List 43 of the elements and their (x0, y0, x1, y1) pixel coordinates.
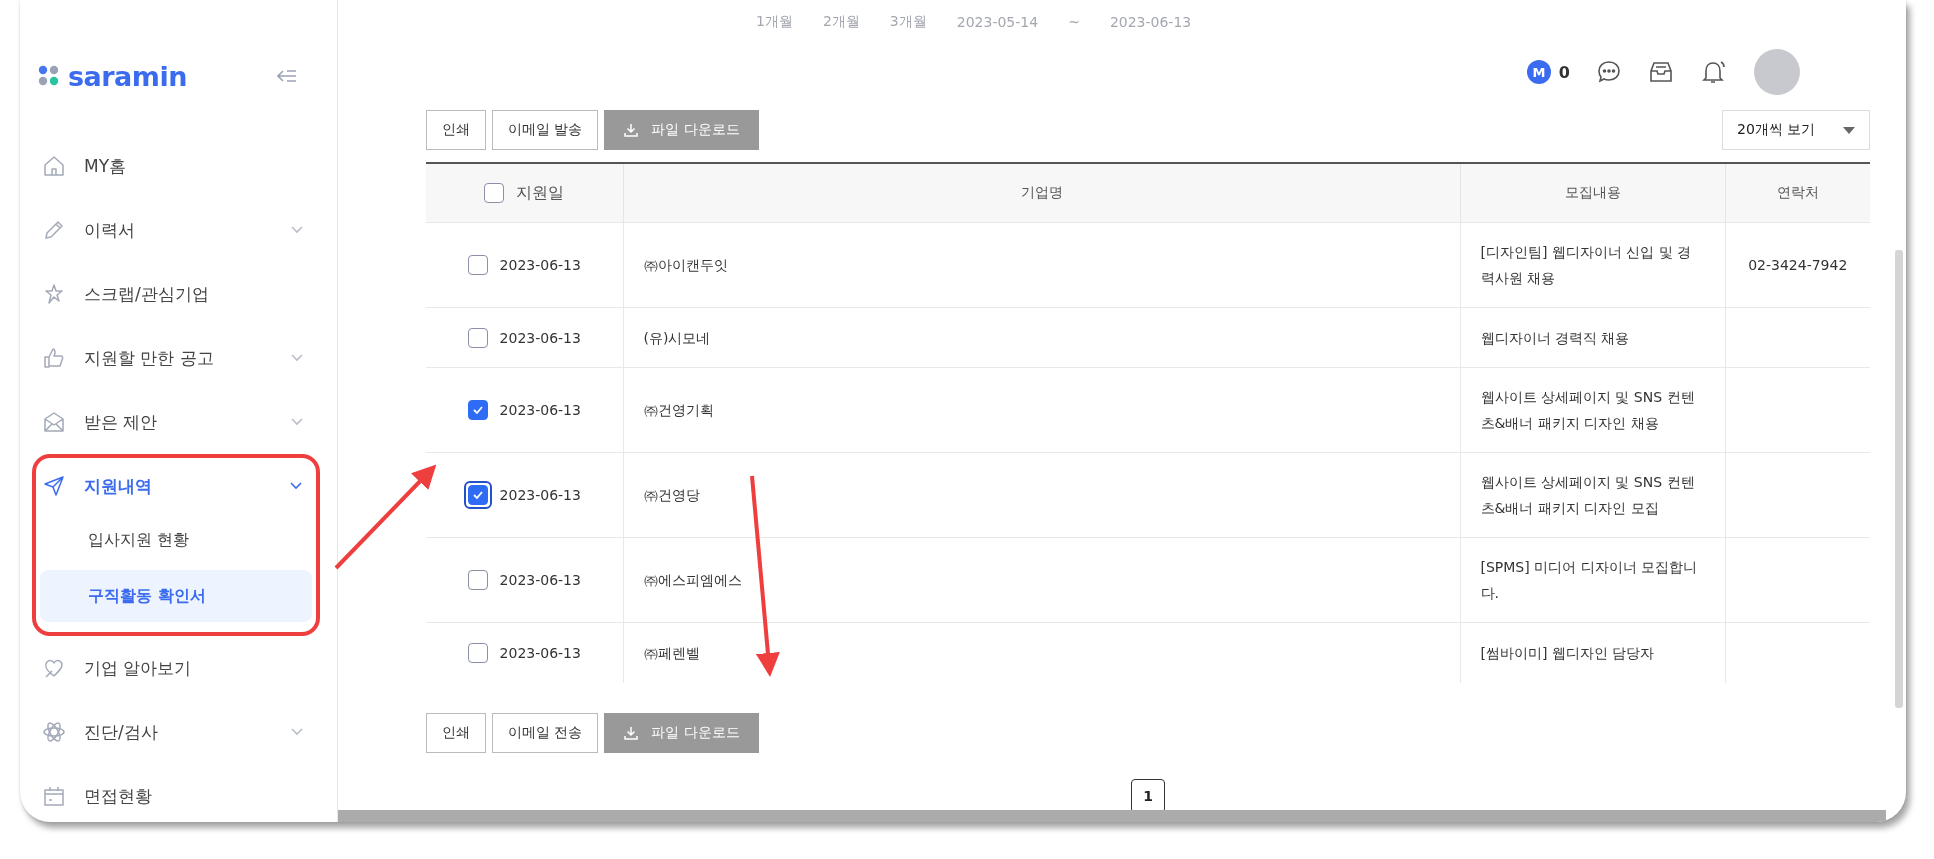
toolbar-button[interactable]: 인쇄 (426, 110, 486, 150)
application-date: 2023-06-13 (499, 643, 581, 663)
menu-item[interactable]: 지원내역 (36, 458, 316, 514)
points-badge: M (1526, 60, 1551, 84)
submenu-item[interactable]: 구직활동 확인서 (40, 570, 312, 622)
recruitment-cell: [디자인팀] 웹디자이너 신입 및 경력사원 채용 (1460, 222, 1725, 308)
toolbar-button[interactable]: 이메일 전송 (492, 712, 599, 753)
application-date: 2023-06-13 (499, 328, 581, 348)
menu-item[interactable]: 스크랩/관심기업 (26, 262, 331, 326)
application-date: 2023-06-13 (499, 571, 581, 590)
column-header: 연락처 (1725, 163, 1870, 223)
company-cell: (유)시모네 (623, 307, 1460, 368)
column-header: 모집내용 (1460, 163, 1725, 223)
application-date: 2023-06-13 (499, 256, 581, 275)
menu-item[interactable]: 받은 제안 (26, 390, 331, 454)
menu-item[interactable]: 면접현황 (26, 764, 331, 822)
logo-text[interactable]: saramin (68, 60, 187, 92)
recruitment-cell: [SPMS] 미디어 디자이너 모집합니다. (1460, 537, 1725, 623)
company-cell: ㈜아이캔두잇 (623, 222, 1460, 308)
menu-item[interactable]: 진단/검사 (26, 700, 331, 764)
submenu-item[interactable]: 입사지원 현황 (40, 514, 312, 566)
menu-item[interactable]: 지원할 만한 공고 (26, 326, 331, 390)
toolbar-button[interactable]: 인쇄 (426, 712, 486, 753)
points-count: 0 (1558, 62, 1570, 82)
recruitment-cell: 웹사이트 상세페이지 및 SNS 컨텐츠&배너 패키지 디자인 모집 (1460, 452, 1725, 538)
page-size-select[interactable]: 20개씩 보기 (1722, 110, 1870, 150)
application-date: 2023-06-13 (499, 486, 581, 505)
date-separator: ~ (1068, 14, 1080, 30)
recruitment-cell: 웹디자이너 경력직 채용 (1460, 307, 1725, 368)
company-cell: ㈜건영기획 (623, 367, 1460, 453)
menu-item[interactable]: 기업 알아보기 (26, 636, 331, 700)
column-header: 기업명 (623, 163, 1460, 223)
company-cell: ㈜건영당 (623, 452, 1460, 538)
menu-item[interactable]: MY홈 (26, 134, 331, 198)
recruitment-cell: 웹사이트 상세페이지 및 SNS 컨텐츠&배너 패키지 디자인 채용 (1460, 367, 1725, 453)
toolbar-button[interactable]: 이메일 발송 (492, 110, 599, 150)
column-label: 지원일 (516, 182, 565, 204)
contact-cell: 02-3424-7942 (1725, 222, 1870, 308)
company-cell: ㈜에스피엠에스 (623, 537, 1460, 623)
company-cell: ㈜페렌벨 (623, 622, 1460, 683)
recruitment-cell: [썸바이미] 웹디자인 담당자 (1460, 622, 1725, 683)
menu-item[interactable]: 이력서 (26, 198, 331, 262)
application-date: 2023-06-13 (499, 401, 581, 420)
